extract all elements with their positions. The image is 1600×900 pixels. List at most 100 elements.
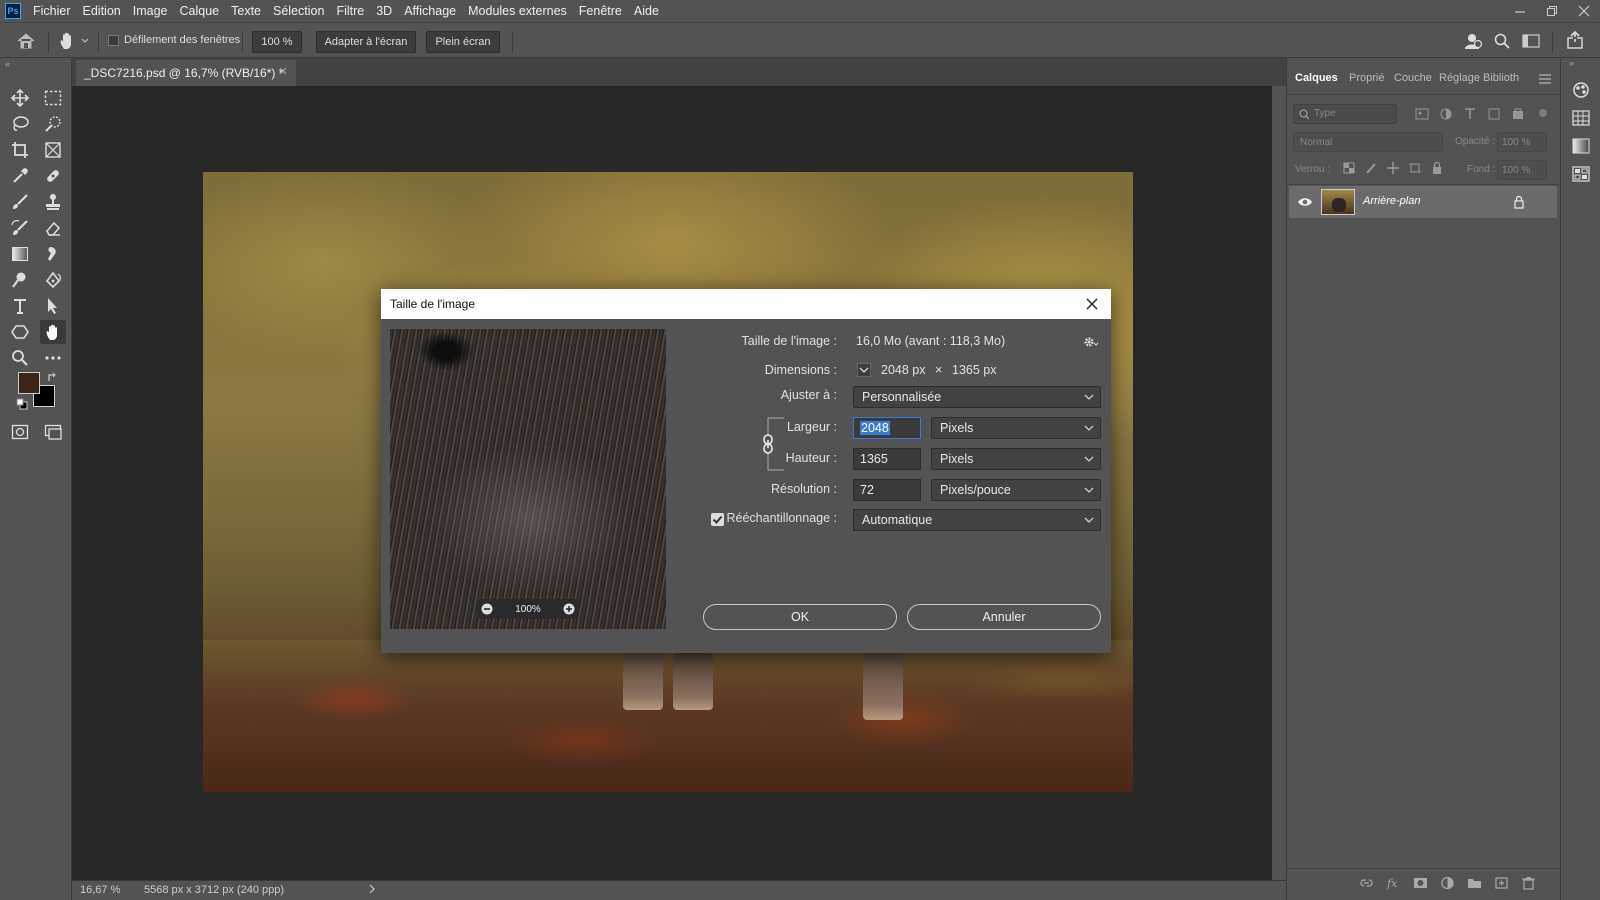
history-brush-tool-icon[interactable] bbox=[7, 216, 33, 240]
menu-aide[interactable]: Aide bbox=[628, 0, 665, 22]
image-preview[interactable]: 100% bbox=[390, 329, 666, 629]
close-window-icon[interactable] bbox=[1568, 0, 1600, 22]
layer-row-background[interactable]: Arrière-plan bbox=[1289, 186, 1557, 218]
tab-reglages[interactable]: Réglage bbox=[1439, 72, 1480, 84]
menu-fenetre[interactable]: Fenêtre bbox=[573, 0, 628, 22]
hand-tool-icon[interactable] bbox=[40, 320, 66, 344]
width-input[interactable]: 2048 bbox=[853, 417, 921, 439]
zoom-100-button[interactable]: 100 % bbox=[252, 31, 302, 53]
fit-to-select[interactable]: Personnalisée bbox=[853, 386, 1101, 408]
quick-mask-icon[interactable] bbox=[7, 420, 33, 444]
menu-calque[interactable]: Calque bbox=[174, 0, 226, 22]
menu-modules-externes[interactable]: Modules externes bbox=[462, 0, 573, 22]
home-icon[interactable] bbox=[16, 32, 36, 50]
crop-tool-icon[interactable] bbox=[7, 138, 33, 162]
scroll-all-windows-checkbox[interactable] bbox=[108, 35, 119, 46]
path-selection-tool-icon[interactable] bbox=[40, 294, 66, 318]
cancel-button[interactable]: Annuler bbox=[907, 604, 1101, 630]
menu-fichier[interactable]: Fichier bbox=[27, 0, 77, 22]
quick-selection-tool-icon[interactable] bbox=[40, 112, 66, 136]
layer-lock-icon[interactable] bbox=[1513, 195, 1525, 209]
clone-stamp-tool-icon[interactable] bbox=[40, 190, 66, 214]
visibility-eye-icon[interactable] bbox=[1297, 196, 1313, 208]
dimensions-times: × bbox=[935, 363, 943, 377]
blur-tool-icon[interactable] bbox=[40, 242, 66, 266]
thumbnail-dog-shape bbox=[1332, 198, 1346, 212]
resample-checkbox[interactable] bbox=[711, 513, 724, 526]
new-group-icon bbox=[1468, 879, 1481, 888]
close-dialog-icon[interactable] bbox=[1083, 295, 1101, 313]
menu-filtre[interactable]: Filtre bbox=[330, 0, 370, 22]
resample-method-select[interactable]: Automatique bbox=[853, 509, 1101, 531]
pen-tool-icon[interactable] bbox=[40, 268, 66, 292]
shape-tool-icon[interactable] bbox=[7, 320, 33, 344]
menu-texte[interactable]: Texte bbox=[225, 0, 267, 22]
gradient-tool-icon[interactable] bbox=[7, 242, 33, 266]
move-tool-icon[interactable] bbox=[7, 86, 33, 110]
foreground-color-swatch[interactable] bbox=[18, 372, 40, 394]
tab-bibliotheques[interactable]: Biblioth bbox=[1483, 72, 1519, 84]
fill-field[interactable]: 100 % bbox=[1497, 160, 1547, 180]
blend-mode-select[interactable]: Normal bbox=[1293, 132, 1443, 152]
collapse-panel-icon[interactable]: « bbox=[5, 59, 10, 69]
workspace-icon[interactable] bbox=[1522, 33, 1540, 49]
tab-couches[interactable]: Couche bbox=[1394, 72, 1432, 84]
menu-3d[interactable]: 3D bbox=[370, 0, 398, 22]
photoshop-logo[interactable]: Ps bbox=[5, 3, 21, 19]
lasso-tool-icon[interactable] bbox=[7, 112, 33, 136]
minimize-icon[interactable] bbox=[1504, 0, 1536, 22]
search-icon[interactable] bbox=[1494, 33, 1510, 49]
brush-tool-icon[interactable] bbox=[7, 190, 33, 214]
fit-screen-button[interactable]: Adapter à l'écran bbox=[316, 31, 416, 53]
status-expand-icon[interactable] bbox=[368, 883, 376, 895]
default-colors-icon[interactable] bbox=[16, 398, 28, 410]
menu-affichage[interactable]: Affichage bbox=[398, 0, 462, 22]
settings-gear-icon[interactable] bbox=[1083, 335, 1099, 349]
constrain-link-icon[interactable] bbox=[761, 433, 775, 455]
more-tools-icon[interactable] bbox=[40, 346, 66, 370]
share-user-icon[interactable] bbox=[1464, 32, 1482, 50]
ok-button[interactable]: OK bbox=[703, 604, 897, 630]
resolution-unit-select[interactable]: Pixels/pouce bbox=[931, 479, 1101, 501]
full-screen-button[interactable]: Plein écran bbox=[426, 31, 500, 53]
filter-toggle-icon[interactable] bbox=[1539, 109, 1547, 117]
dodge-tool-icon[interactable] bbox=[7, 268, 33, 292]
hand-tool-preset-icon[interactable] bbox=[58, 31, 92, 51]
restore-icon[interactable] bbox=[1536, 0, 1568, 22]
layer-filter-select[interactable]: Type bbox=[1293, 104, 1397, 124]
swatches-panel-icon[interactable] bbox=[1571, 108, 1591, 128]
eraser-tool-icon[interactable] bbox=[40, 216, 66, 240]
layer-name[interactable]: Arrière-plan bbox=[1363, 195, 1420, 207]
dimensions-unit-dropdown-icon[interactable] bbox=[857, 363, 871, 377]
dialog-titlebar[interactable]: Taille de l'image bbox=[381, 289, 1111, 319]
zoom-in-icon[interactable] bbox=[563, 603, 575, 615]
panel-menu-icon[interactable] bbox=[1539, 74, 1551, 84]
opacity-field[interactable]: 100 % bbox=[1497, 132, 1547, 152]
gradients-panel-icon[interactable] bbox=[1571, 136, 1591, 156]
resolution-input[interactable]: 72 bbox=[853, 479, 921, 501]
healing-brush-tool-icon[interactable] bbox=[40, 164, 66, 188]
document-tab[interactable]: _DSC7216.psd @ 16,7% (RVB/16*) * bbox=[76, 60, 296, 86]
height-input[interactable]: 1365 bbox=[853, 448, 921, 470]
zoom-out-icon[interactable] bbox=[481, 603, 493, 615]
zoom-level[interactable]: 16,67 % bbox=[80, 884, 120, 896]
collapse-right-panel-icon[interactable]: » bbox=[1569, 58, 1574, 68]
menu-selection[interactable]: Sélection bbox=[267, 0, 330, 22]
height-unit-select[interactable]: Pixels bbox=[931, 448, 1101, 470]
tab-proprietes[interactable]: Proprié bbox=[1349, 72, 1384, 84]
menu-image[interactable]: Image bbox=[127, 0, 174, 22]
frame-tool-icon[interactable] bbox=[40, 138, 66, 162]
tab-calques[interactable]: Calques bbox=[1295, 72, 1338, 84]
close-tab-icon[interactable] bbox=[278, 66, 288, 76]
zoom-tool-icon[interactable] bbox=[7, 346, 33, 370]
share-icon[interactable] bbox=[1566, 31, 1584, 49]
type-tool-icon[interactable] bbox=[7, 294, 33, 318]
eyedropper-tool-icon[interactable] bbox=[7, 164, 33, 188]
marquee-tool-icon[interactable] bbox=[40, 86, 66, 110]
screen-mode-icon[interactable] bbox=[40, 420, 66, 444]
color-panel-icon[interactable] bbox=[1571, 80, 1591, 100]
patterns-panel-icon[interactable] bbox=[1571, 164, 1591, 184]
width-unit-select[interactable]: Pixels bbox=[931, 417, 1101, 439]
swap-colors-icon[interactable] bbox=[47, 372, 58, 383]
menu-edition[interactable]: Edition bbox=[77, 0, 127, 22]
